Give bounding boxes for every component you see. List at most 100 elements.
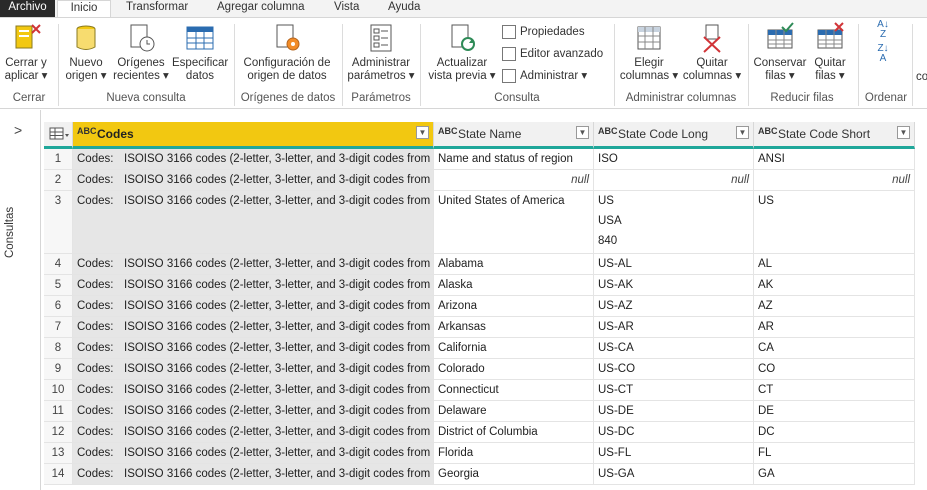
cell-state-code-long[interactable]: US-AK xyxy=(594,275,754,295)
cell-state-name[interactable]: Arizona xyxy=(434,296,594,316)
table-row[interactable]: 3 Codes: ISOISO 3166 codes (2-letter, 3-le… xyxy=(44,191,915,254)
cell-codes[interactable]: Codes: ISOISO 3166 codes (2-letter, 3-let… xyxy=(73,296,434,316)
cell-state-code-long[interactable]: US-GA xyxy=(594,464,754,484)
cell-codes[interactable]: Codes: ISOISO 3166 codes (2-letter, 3-let… xyxy=(73,254,434,274)
cell-state-code-short[interactable]: null xyxy=(754,170,915,190)
row-number[interactable]: 11 xyxy=(44,401,73,421)
tab-agregar-columna[interactable]: Agregar columna xyxy=(217,0,305,17)
cell-codes[interactable]: Codes: ISOISO 3166 codes (2-letter, 3-let… xyxy=(73,275,434,295)
cell-state-name[interactable]: District of Columbia xyxy=(434,422,594,442)
cell-codes[interactable]: Codes: ISOISO 3166 codes (2-letter, 3-let… xyxy=(73,380,434,400)
table-row[interactable]: 8 Codes: ISOISO 3166 codes (2-letter, 3-le… xyxy=(44,338,915,359)
row-number[interactable]: 4 xyxy=(44,254,73,274)
row-number[interactable]: 10 xyxy=(44,380,73,400)
filter-dropdown-icon[interactable]: ▼ xyxy=(416,126,429,139)
cell-state-code-long[interactable]: null xyxy=(594,170,754,190)
cell-state-code-long[interactable]: US-AR xyxy=(594,317,754,337)
cell-state-code-long[interactable]: US-DE xyxy=(594,401,754,421)
table-row[interactable]: 11 Codes: ISOISO 3166 codes (2-letter, 3-l… xyxy=(44,401,915,422)
cell-state-code-short[interactable]: DE xyxy=(754,401,915,421)
cell-codes[interactable]: Codes: ISOISO 3166 codes (2-letter, 3-let… xyxy=(73,338,434,358)
cell-state-code-short[interactable]: AR xyxy=(754,317,915,337)
cell-state-code-long[interactable]: US-FL xyxy=(594,443,754,463)
column-header-state-code-long[interactable]: ABC State Code Long ▼ xyxy=(594,122,754,149)
table-row[interactable]: 2 Codes: ISOISO 3166 codes (2-letter, 3-le… xyxy=(44,170,915,191)
queries-pane-label[interactable]: Consultas xyxy=(4,198,16,258)
cell-state-code-long[interactable]: US-DC xyxy=(594,422,754,442)
cell-codes[interactable]: Codes: ISOISO 3166 codes (2-letter, 3-let… xyxy=(73,401,434,421)
table-row[interactable]: 5 Codes: ISOISO 3166 codes (2-letter, 3-le… xyxy=(44,275,915,296)
table-row[interactable]: 12 Codes: ISOISO 3166 codes (2-letter, 3-l… xyxy=(44,422,915,443)
cell-codes[interactable]: Codes: ISOISO 3166 codes (2-letter, 3-let… xyxy=(73,422,434,442)
row-number[interactable]: 14 xyxy=(44,464,73,484)
chevron-right-icon[interactable]: > xyxy=(14,122,22,138)
keep-rows-button[interactable]: Conservar filas ▾ xyxy=(752,22,808,83)
cell-state-name[interactable]: Arkansas xyxy=(434,317,594,337)
cell-state-name[interactable]: Georgia xyxy=(434,464,594,484)
cell-state-code-long[interactable]: US-AZ xyxy=(594,296,754,316)
row-number[interactable]: 13 xyxy=(44,443,73,463)
cell-codes[interactable]: Codes: ISOISO 3166 codes (2-letter, 3-let… xyxy=(73,464,434,484)
cell-state-name[interactable]: null xyxy=(434,170,594,190)
tab-transformar[interactable]: Transformar xyxy=(126,0,188,17)
column-header-state-code-short[interactable]: ABC State Code Short ▼ xyxy=(754,122,915,149)
tab-ayuda[interactable]: Ayuda xyxy=(388,0,420,17)
cell-state-code-short[interactable]: CT xyxy=(754,380,915,400)
properties-button[interactable]: Propiedades xyxy=(502,23,585,41)
cell-state-name[interactable]: Alabama xyxy=(434,254,594,274)
recent-sources-button[interactable]: Orígenes recientes ▾ xyxy=(112,22,170,83)
cell-state-name[interactable]: California xyxy=(434,338,594,358)
table-row[interactable]: 9 Codes: ISOISO 3166 codes (2-letter, 3-le… xyxy=(44,359,915,380)
table-row[interactable]: 7 Codes: ISOISO 3166 codes (2-letter, 3-le… xyxy=(44,317,915,338)
cell-state-name[interactable]: United States of America xyxy=(434,191,594,253)
tab-archivo[interactable]: Archivo xyxy=(0,0,55,17)
enter-data-button[interactable]: Especificar datos xyxy=(172,22,228,83)
cell-state-code-long[interactable]: US-AL xyxy=(594,254,754,274)
cell-state-code-short[interactable]: ANSI xyxy=(754,149,915,169)
cell-codes[interactable]: Codes: ISOISO 3166 codes (2-letter, 3-let… xyxy=(73,170,434,190)
cell-codes[interactable]: Codes: ISOISO 3166 codes (2-letter, 3-let… xyxy=(73,443,434,463)
table-row[interactable]: 14 Codes: ISOISO 3166 codes (2-letter, 3-l… xyxy=(44,464,915,485)
cell-state-code-short[interactable]: AK xyxy=(754,275,915,295)
filter-dropdown-icon[interactable]: ▼ xyxy=(897,126,910,139)
manage-parameters-button[interactable]: Administrar parámetros ▾ xyxy=(346,22,416,83)
row-number[interactable]: 6 xyxy=(44,296,73,316)
cell-state-code-short[interactable]: AL xyxy=(754,254,915,274)
cell-codes[interactable]: Codes: ISOISO 3166 codes (2-letter, 3-let… xyxy=(73,191,434,253)
tab-vista[interactable]: Vista xyxy=(334,0,359,17)
row-number[interactable]: 2 xyxy=(44,170,73,190)
sort-descending-button[interactable]: Z↓ A xyxy=(868,44,898,64)
cell-state-code-long[interactable]: ISO xyxy=(594,149,754,169)
filter-dropdown-icon[interactable]: ▼ xyxy=(576,126,589,139)
row-number[interactable]: 8 xyxy=(44,338,73,358)
table-row[interactable]: 4 Codes: ISOISO 3166 codes (2-letter, 3-le… xyxy=(44,254,915,275)
data-source-settings-button[interactable]: Configuración de origen de datos xyxy=(238,22,336,83)
cell-state-code-short[interactable]: GA xyxy=(754,464,915,484)
cell-state-name[interactable]: Alaska xyxy=(434,275,594,295)
cell-codes[interactable]: Codes: ISOISO 3166 codes (2-letter, 3-let… xyxy=(73,359,434,379)
close-apply-button[interactable]: Cerrar y aplicar ▾ xyxy=(4,22,48,83)
cell-state-code-short[interactable]: FL xyxy=(754,443,915,463)
row-number[interactable]: 12 xyxy=(44,422,73,442)
cell-state-code-long[interactable]: US USA 840 xyxy=(594,191,754,253)
row-number[interactable]: 7 xyxy=(44,317,73,337)
remove-columns-button[interactable]: Quitar columnas ▾ xyxy=(682,22,742,83)
cell-state-code-long[interactable]: US-CT xyxy=(594,380,754,400)
cell-state-name[interactable]: Connecticut xyxy=(434,380,594,400)
advanced-editor-button[interactable]: Editor avanzado xyxy=(502,45,603,63)
cell-state-name[interactable]: Colorado xyxy=(434,359,594,379)
refresh-preview-button[interactable]: Actualizar vista previa ▾ xyxy=(426,22,498,83)
row-number[interactable]: 3 xyxy=(44,191,73,253)
cell-state-code-short[interactable]: CA xyxy=(754,338,915,358)
table-row[interactable]: 13 Codes: ISOISO 3166 codes (2-letter, 3-l… xyxy=(44,443,915,464)
cell-codes[interactable]: Codes: ISOISO 3166 codes (2-letter, 3-let… xyxy=(73,317,434,337)
cell-state-code-short[interactable]: CO xyxy=(754,359,915,379)
table-row[interactable]: 10 Codes: ISOISO 3166 codes (2-letter, 3-l… xyxy=(44,380,915,401)
table-row[interactable]: 1 Codes: ISOISO 3166 codes (2-letter, 3-le… xyxy=(44,149,915,170)
column-header-state-name[interactable]: ABC State Name ▼ xyxy=(434,122,594,149)
table-row[interactable]: 6 Codes: ISOISO 3166 codes (2-letter, 3-le… xyxy=(44,296,915,317)
cell-state-code-short[interactable]: AZ xyxy=(754,296,915,316)
cell-state-code-short[interactable]: DC xyxy=(754,422,915,442)
manage-button[interactable]: Administrar ▾ xyxy=(502,67,587,85)
sort-ascending-button[interactable]: A↓ Z xyxy=(868,20,898,40)
